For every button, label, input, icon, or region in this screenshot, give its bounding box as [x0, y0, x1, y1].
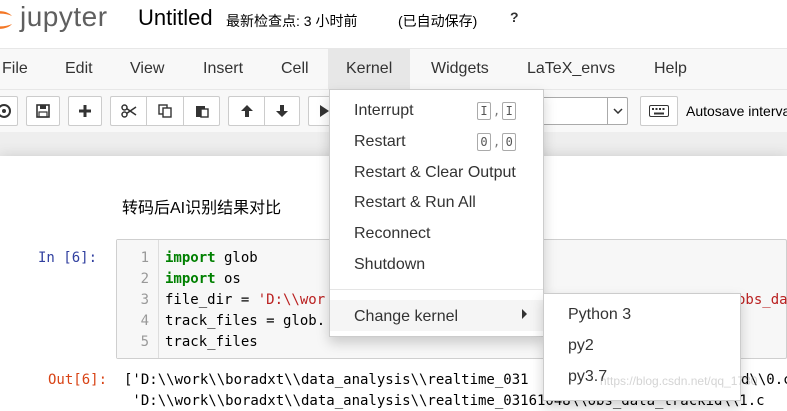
line-number: 3 — [140, 292, 149, 308]
command-palette-button[interactable] — [640, 96, 678, 126]
stop-icon — [0, 104, 11, 118]
checkpoint-status: 最新检查点: 3 小时前 — [226, 13, 358, 29]
shortcut-key: 0 — [502, 133, 517, 151]
cut-cell-button[interactable] — [110, 96, 146, 126]
plus-icon — [79, 105, 91, 117]
menu-divider — [330, 289, 543, 290]
code-line-1: import glob — [165, 250, 258, 266]
code-text: file_dir = — [165, 292, 258, 308]
keyword: import — [165, 250, 216, 266]
shortcut-key: I — [477, 102, 491, 120]
watermark-text: https://blog.csdn.net/qq_1730 — [600, 374, 758, 388]
restart-shortcut: 0,0 — [477, 133, 517, 151]
line-number: 1 — [140, 250, 149, 266]
menu-widgets[interactable]: Widgets — [421, 49, 499, 89]
caret-right-icon — [522, 309, 527, 319]
menu-file[interactable]: File — [0, 49, 38, 89]
kernel-option-py2[interactable]: py2 — [568, 337, 594, 355]
menu-item-reconnect[interactable]: Reconnect — [354, 225, 431, 243]
arrow-up-icon — [240, 105, 253, 117]
arrow-down-icon — [276, 105, 288, 117]
menubar: File Edit View Insert Cell Kernel Widget… — [0, 48, 787, 90]
interrupt-kernel-button[interactable] — [0, 96, 18, 126]
menu-kernel[interactable]: Kernel — [328, 49, 411, 89]
move-cell-down-button[interactable] — [264, 96, 300, 126]
menu-view[interactable]: View — [120, 49, 174, 89]
keyword: import — [165, 271, 216, 287]
input-prompt: In [6]: — [38, 250, 98, 266]
output-line-1: ['D:\\work\\boradxt\\data_analysis\\real… — [124, 372, 529, 388]
keyboard-icon — [649, 105, 669, 117]
menu-item-shutdown[interactable]: Shutdown — [354, 256, 425, 274]
save-icon — [36, 104, 50, 118]
copy-cell-button[interactable] — [146, 96, 183, 126]
move-cell-up-button[interactable] — [228, 96, 264, 126]
code-line-4: track_files = glob. — [165, 313, 326, 329]
paste-cell-button[interactable] — [183, 96, 220, 126]
run-icon — [319, 105, 329, 117]
line-number-gutter: 1 2 3 4 5 — [117, 240, 159, 358]
code-line-2: import os — [165, 271, 241, 287]
chevron-down-icon — [607, 98, 627, 124]
menu-item-change-kernel[interactable]: Change kernel — [354, 308, 458, 326]
save-button[interactable] — [26, 96, 60, 126]
menu-item-restart[interactable]: Restart — [354, 133, 406, 151]
menu-latex-envs[interactable]: LaTeX_envs — [517, 49, 625, 89]
code-text: glob — [215, 250, 258, 266]
help-question-icon[interactable]: ? — [510, 9, 519, 25]
shortcut-key: I — [502, 102, 517, 120]
jupyter-logo-text[interactable]: jupyter — [20, 1, 108, 33]
paste-icon — [195, 106, 209, 118]
jupyter-logo-icon[interactable] — [0, 4, 16, 36]
string-literal: 'D:\\wor — [257, 292, 326, 308]
code-line-3: file_dir = 'D:\\wor — [165, 292, 325, 308]
code-line-5: track_files — [165, 334, 258, 350]
notebook-header: jupyter Untitled 最新检查点: 3 小时前 (已自动保存) ? — [0, 0, 787, 48]
menu-help[interactable]: Help — [644, 49, 697, 89]
insert-cell-button[interactable] — [68, 96, 102, 126]
menu-item-restart-clear-output[interactable]: Restart & Clear Output — [354, 164, 516, 182]
cut-icon — [120, 104, 136, 118]
code-text: os — [215, 271, 241, 287]
markdown-cell-text[interactable]: 转码后AI识别结果对比 — [122, 194, 281, 218]
line-number: 4 — [140, 313, 149, 329]
line-number: 2 — [140, 271, 149, 287]
output-prompt: Out[6]: — [48, 372, 108, 388]
autosave-interval-label: Autosave interva — [686, 103, 787, 119]
menu-edit[interactable]: Edit — [55, 49, 103, 89]
menu-cell[interactable]: Cell — [271, 49, 319, 89]
shortcut-key: 0 — [477, 133, 491, 151]
menu-item-interrupt[interactable]: Interrupt — [354, 102, 414, 120]
notebook-title[interactable]: Untitled — [138, 5, 213, 31]
code-line-3-tail: obs_da — [737, 292, 787, 308]
menu-insert[interactable]: Insert — [193, 49, 253, 89]
menu-item-restart-run-all[interactable]: Restart & Run All — [354, 194, 476, 212]
kernel-dropdown-menu: Interrupt I,I Restart 0,0 Restart & Clea… — [329, 89, 544, 337]
line-number: 5 — [140, 334, 149, 350]
autosave-status: (已自动保存) — [398, 13, 478, 29]
interrupt-shortcut: I,I — [477, 102, 517, 120]
copy-icon — [158, 104, 172, 118]
kernel-option-python3[interactable]: Python 3 — [568, 306, 631, 324]
